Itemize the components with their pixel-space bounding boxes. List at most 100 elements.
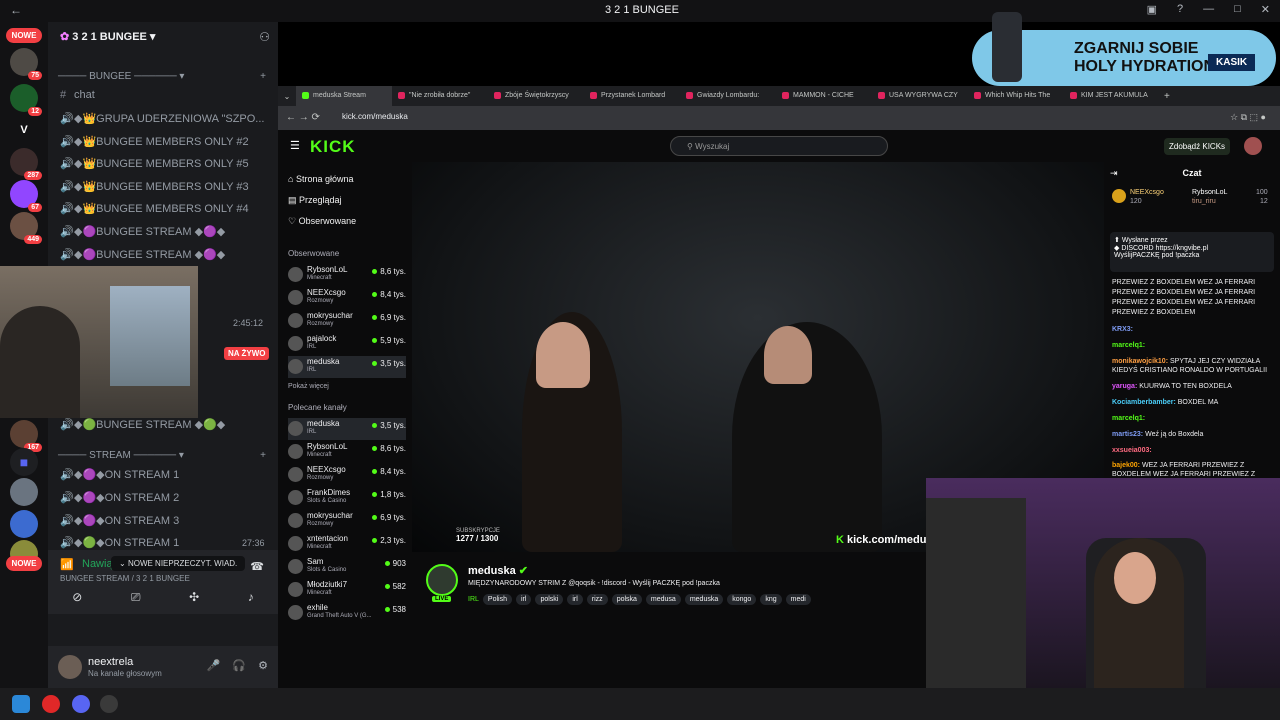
activities-icon[interactable]: ✣ — [189, 590, 199, 605]
category-link[interactable]: IRL — [468, 594, 479, 605]
tab[interactable]: "Nie zrobiła dobrze" — [392, 86, 488, 106]
tag[interactable]: irl — [567, 594, 583, 605]
tab[interactable]: MAMMON - CICHE — [776, 86, 872, 106]
category-stream[interactable]: ──── STREAM ────── ▾ + — [58, 450, 266, 461]
voice-channel[interactable]: 🔊◆👑BUNGEE MEMBERS ONLY #2 — [60, 135, 249, 148]
server-icon[interactable] — [10, 510, 38, 538]
tag[interactable]: polski — [535, 594, 564, 605]
kick-logo[interactable]: KICK — [310, 137, 356, 157]
tab[interactable]: KIM JEST AKUMULA — [1064, 86, 1160, 106]
app-icon[interactable] — [100, 695, 118, 713]
voice-channel[interactable]: 🔊◆🟢◆ON STREAM 1 — [60, 536, 179, 549]
voice-channel[interactable]: 🔊◆🟣◆ON STREAM 2 — [60, 491, 179, 504]
recommended-channel[interactable]: Sam Slots & Casino 903 — [288, 556, 406, 578]
search-input[interactable]: ⚲ Wyszukaj — [670, 136, 888, 156]
streamer-name[interactable]: meduska ✔ — [468, 564, 528, 577]
server-icon[interactable]: 449 — [10, 212, 42, 244]
tag[interactable]: medi — [785, 594, 811, 605]
screen-share-icon[interactable]: ⎚ — [131, 590, 141, 605]
windows-start-icon[interactable] — [12, 695, 30, 713]
tag[interactable]: kongo — [727, 594, 757, 605]
maximize-button[interactable]: □ — [1234, 3, 1241, 16]
new-messages-pill[interactable]: NOWE — [6, 28, 42, 43]
pinned-message[interactable]: ⬆ Wysłane przez ◆ DISCORD https://kngvib… — [1110, 232, 1274, 272]
recommended-channel[interactable]: exhile Grand Theft Auto V (G... 538 — [288, 602, 406, 624]
voice-channel[interactable]: 🔊◆🟣BUNGEE STREAM ◆🟣◆ — [60, 248, 225, 261]
new-tab-button[interactable]: + — [1164, 91, 1170, 102]
tab[interactable]: Gwiazdy Lombardu: — [680, 86, 776, 106]
menu-icon[interactable]: ☰ — [290, 139, 300, 152]
discord-app-icon[interactable] — [72, 695, 90, 713]
new-messages-pill-bottom[interactable]: NOWE — [6, 556, 42, 571]
server-icon[interactable]: 167 — [10, 420, 42, 452]
url-field[interactable]: kick.com/meduska — [342, 112, 408, 121]
voice-channel[interactable]: 🔊◆🟢BUNGEE STREAM ◆🟢◆ — [60, 418, 225, 431]
followed-channel[interactable]: pajalock IRL 5,9 tys. — [288, 333, 406, 355]
minimize-button[interactable]: — — [1203, 3, 1214, 16]
close-button[interactable]: ✕ — [1261, 3, 1270, 16]
avatar[interactable] — [58, 655, 82, 679]
recommended-channel[interactable]: RybsonLoL Minecraft 8,6 tys. — [288, 441, 406, 463]
tag[interactable]: medusa — [645, 594, 681, 605]
folder-icon[interactable]: ■ — [10, 448, 38, 476]
server-icon[interactable]: 75 — [10, 48, 42, 80]
nav-buttons[interactable]: ← → ⟳ — [286, 112, 320, 123]
tab[interactable]: USA WYGRYWA CZY — [872, 86, 968, 106]
tag[interactable]: Polish — [482, 594, 512, 605]
tag[interactable]: irl — [515, 594, 532, 605]
followed-channel[interactable]: meduska IRL 3,5 tys. — [288, 356, 406, 378]
tab-meduska[interactable]: meduska Stream — [296, 86, 392, 106]
recommended-channel[interactable]: Młodziutki7 Minecraft 582 — [288, 579, 406, 601]
tag[interactable]: rizz — [586, 594, 608, 605]
tag[interactable]: kng — [760, 594, 782, 605]
tab[interactable]: Przystanek Lombard — [584, 86, 680, 106]
browser-toolbar-icons[interactable]: ☆ ⧉ ⬚ ● — [1230, 112, 1266, 123]
back-arrow-icon[interactable]: ← — [10, 3, 22, 17]
server-icon[interactable]: V — [10, 116, 38, 144]
recommended-channel[interactable]: NEEXcsgo Rozmowy 8,4 tys. — [288, 464, 406, 486]
username[interactable]: neextrela — [88, 656, 133, 668]
server-icon[interactable]: 287 — [10, 148, 42, 180]
followed-channel[interactable]: NEEXcsgo Rozmowy 8,4 tys. — [288, 287, 406, 309]
soundboard-icon[interactable]: ♪ — [248, 590, 254, 605]
opera-browser-icon[interactable] — [42, 695, 60, 713]
profile-avatar[interactable] — [1244, 137, 1262, 155]
tag[interactable]: polska — [611, 594, 642, 605]
new-unread-tooltip[interactable]: ⌄ NOWE NIEPRZECZYT. WIAD. — [111, 556, 246, 571]
settings-gear-icon[interactable]: ⚙ — [258, 659, 268, 672]
recommended-channel[interactable]: FrankDimes Slots & Casino 1,8 tys. — [288, 487, 406, 509]
microphone-icon[interactable]: 🎤 — [207, 659, 221, 672]
tab-list-icon[interactable]: ⌄ — [278, 92, 296, 101]
server-icon[interactable]: 12 — [10, 84, 42, 116]
twitch-server-icon[interactable]: 67 — [10, 180, 42, 212]
voice-channel[interactable]: 🔊◆👑BUNGEE MEMBERS ONLY #4 — [60, 202, 249, 215]
add-friend-icon[interactable]: ⚇ — [259, 30, 270, 44]
followed-channel[interactable]: mokrysuchar Rozmowy 6,9 tys. — [288, 310, 406, 332]
voice-channel[interactable]: 🔊◆👑BUNGEE MEMBERS ONLY #3 — [60, 180, 249, 193]
channel-chat[interactable]: # chat — [60, 89, 95, 101]
server-icon[interactable] — [10, 478, 38, 506]
streamer-avatar[interactable] — [426, 564, 458, 596]
nav-following[interactable]: ♡ Obserwowane — [288, 216, 356, 227]
voice-channel[interactable]: 🔊◆🟣BUNGEE STREAM ◆🟣◆ — [60, 225, 225, 238]
headphones-icon[interactable]: 🎧 — [232, 659, 246, 672]
show-more-link[interactable]: Pokaż więcej — [288, 383, 329, 390]
voice-channel[interactable]: 🔊◆🟣◆ON STREAM 1 — [60, 468, 179, 481]
disconnect-icon[interactable]: ☎ — [250, 560, 264, 573]
voice-channel[interactable]: 🔊◆👑GRUPA UDERZENIOWA "SZPO... — [60, 112, 264, 125]
camera-off-icon[interactable]: ⊘ — [72, 590, 82, 605]
voice-channel[interactable]: 🔊◆👑BUNGEE MEMBERS ONLY #5 — [60, 157, 249, 170]
get-kicks-button[interactable]: Zdobądź KICKs — [1164, 138, 1231, 155]
recommended-channel[interactable]: mokrysuchar Rozmowy 6,9 tys. — [288, 510, 406, 532]
voice-channel[interactable]: 🔊◆🟣◆ON STREAM 3 — [60, 514, 179, 527]
tab[interactable]: Which Whip Hits The — [968, 86, 1064, 106]
category-bungee[interactable]: ──── BUNGEE ────── ▾ + — [58, 71, 266, 82]
server-name[interactable]: ✿ 3 2 1 BUNGEE ▾ — [60, 30, 155, 43]
help-icon[interactable]: ? — [1177, 3, 1183, 16]
tag[interactable]: meduska — [684, 594, 724, 605]
inbox-icon[interactable]: ▣ — [1147, 3, 1157, 16]
nav-browse[interactable]: ▤ Przeglądaj — [288, 195, 342, 206]
nav-home[interactable]: ⌂ Strona główna — [288, 174, 353, 184]
recommended-channel[interactable]: xntentacion Minecraft 2,3 tys. — [288, 533, 406, 555]
recommended-channel[interactable]: meduska IRL 3,5 tys. — [288, 418, 406, 440]
